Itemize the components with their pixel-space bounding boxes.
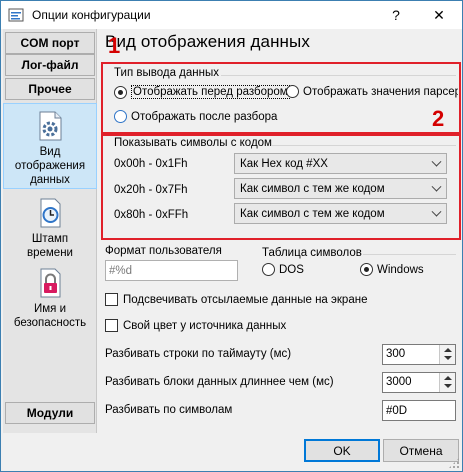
- radio-charset-dos[interactable]: DOS: [262, 263, 304, 276]
- sidebar-button-modules[interactable]: Модули: [5, 402, 95, 424]
- symbol-range-label: 0x20h - 0x7Fh: [114, 184, 188, 196]
- sidebar-item-label-line: отображения: [14, 160, 86, 172]
- title-bar: Опции конфигурации ? ✕: [1, 1, 462, 29]
- select-value: Как символ с тем же кодом: [240, 207, 385, 220]
- page-title: Вид отображения данных: [105, 32, 310, 51]
- select-value: Как символ с тем же кодом: [240, 182, 385, 195]
- lock-page-icon: [34, 267, 66, 299]
- highlight-sent-data-checkbox[interactable]: Подсвечивать отсылаемые данные на экране: [105, 293, 367, 306]
- chevron-down-icon: [431, 206, 442, 217]
- gear-page-icon: [34, 110, 66, 142]
- spinner-down-icon: [444, 384, 452, 388]
- config-options-window: Опции конфигурации ? ✕ COM порт Лог-файл…: [0, 0, 463, 472]
- symbol-range-label: 0x00h - 0x1Fh: [114, 158, 188, 170]
- split-chars-input[interactable]: #0D: [382, 400, 456, 421]
- sidebar-item-timestamp[interactable]: Штамп времени: [3, 193, 97, 263]
- sidebar-button-log-file[interactable]: Лог-файл: [5, 54, 95, 76]
- spinner-buttons[interactable]: [439, 373, 455, 392]
- symbol-mode-select-00-1f[interactable]: Как Hex код #XX: [234, 153, 447, 174]
- group-divider: [271, 145, 456, 146]
- radio-circle: [286, 85, 299, 98]
- radio-circle: [262, 263, 275, 276]
- sidebar-item-label-line: данных: [30, 174, 70, 186]
- sidebar-item-label-line: Вид: [39, 146, 61, 158]
- checkbox-box: [105, 293, 118, 306]
- group-divider: [363, 254, 456, 255]
- group-divider: [221, 75, 456, 76]
- sidebar-button-other[interactable]: Прочее: [5, 78, 95, 100]
- radio-label: DOS: [279, 263, 304, 276]
- close-button[interactable]: ✕: [416, 1, 462, 29]
- split-blocks-spinner[interactable]: 3000: [382, 372, 456, 393]
- spinner-up-icon: [444, 376, 452, 380]
- symbol-mode-select-20-7f[interactable]: Как символ с тем же кодом: [234, 178, 447, 199]
- radio-show-parser-values[interactable]: Отображать значения парсера: [286, 85, 458, 98]
- radio-show-after-parse[interactable]: Отображать после разбора: [114, 110, 277, 123]
- window-title: Опции конфигурации: [32, 8, 151, 22]
- input-placeholder: #%d: [109, 264, 133, 277]
- sidebar: COM порт Лог-файл Прочее Вид отображения…: [3, 29, 97, 433]
- split-timeout-spinner[interactable]: 300: [382, 344, 456, 365]
- chevron-down-icon: [431, 156, 442, 167]
- close-icon: ✕: [433, 6, 445, 23]
- radio-label: Отображать перед разбором: [131, 85, 290, 99]
- split-blocks-label: Разбивать блоки данных длиннее чем (мс): [105, 376, 334, 388]
- user-format-input[interactable]: #%d: [105, 260, 238, 281]
- charset-legend: Таблица символов: [262, 247, 362, 259]
- symbol-range-label: 0x80h - 0xFFh: [114, 209, 189, 221]
- help-icon: ?: [392, 7, 400, 23]
- radio-show-before-parse[interactable]: Отображать перед разбором: [114, 85, 290, 99]
- spinner-value: 3000: [386, 376, 412, 388]
- help-button[interactable]: ?: [376, 1, 416, 29]
- sidebar-item-name-security[interactable]: Имя и безопасность: [3, 263, 97, 339]
- radio-label: Отображать значения парсера: [303, 85, 458, 98]
- spinner-down-icon: [444, 356, 452, 360]
- radio-label: Отображать после разбора: [131, 110, 278, 123]
- user-format-label: Формат пользователя: [105, 245, 222, 257]
- app-icon: [8, 7, 24, 23]
- sidebar-item-label-line: времени: [27, 247, 73, 259]
- annotation-marker-1: 1: [108, 33, 121, 58]
- checkbox-label: Свой цвет у источника данных: [123, 319, 287, 332]
- radio-circle: [114, 110, 127, 123]
- checkbox-label: Подсвечивать отсылаемые данные на экране: [123, 293, 368, 306]
- sidebar-item-label-line: Штамп: [31, 233, 69, 245]
- symbol-mode-select-80-ff[interactable]: Как символ с тем же кодом: [234, 203, 447, 224]
- spinner-up-icon: [444, 348, 452, 352]
- radio-circle: [360, 263, 373, 276]
- spinner-value: 300: [386, 348, 406, 360]
- source-color-checkbox[interactable]: Свой цвет у источника данных: [105, 319, 286, 332]
- cancel-button[interactable]: Отмена: [383, 439, 459, 462]
- radio-label: Windows: [377, 263, 424, 276]
- radio-charset-windows[interactable]: Windows: [360, 263, 424, 276]
- chevron-down-icon: [431, 181, 442, 192]
- radio-circle: [114, 85, 127, 99]
- sidebar-item-label-line: безопасность: [13, 317, 87, 329]
- symbols-legend: Показывать символы с кодом: [114, 137, 272, 149]
- sidebar-item-label-line: Имя и: [33, 303, 67, 315]
- split-chars-label: Разбивать по символам: [105, 404, 233, 416]
- ok-button[interactable]: OK: [304, 439, 380, 462]
- clock-page-icon: [34, 197, 66, 229]
- split-timeout-label: Разбивать строки по таймауту (мс): [105, 348, 292, 360]
- sidebar-item-data-view[interactable]: Вид отображения данных: [3, 103, 97, 189]
- select-value: Как Hex код #XX: [240, 157, 328, 170]
- input-value: #0D: [386, 404, 408, 417]
- sidebar-button-com-port[interactable]: COM порт: [5, 32, 95, 54]
- checkbox-box: [105, 319, 118, 332]
- output-type-legend: Тип вывода данных: [114, 67, 219, 79]
- spinner-buttons[interactable]: [439, 345, 455, 364]
